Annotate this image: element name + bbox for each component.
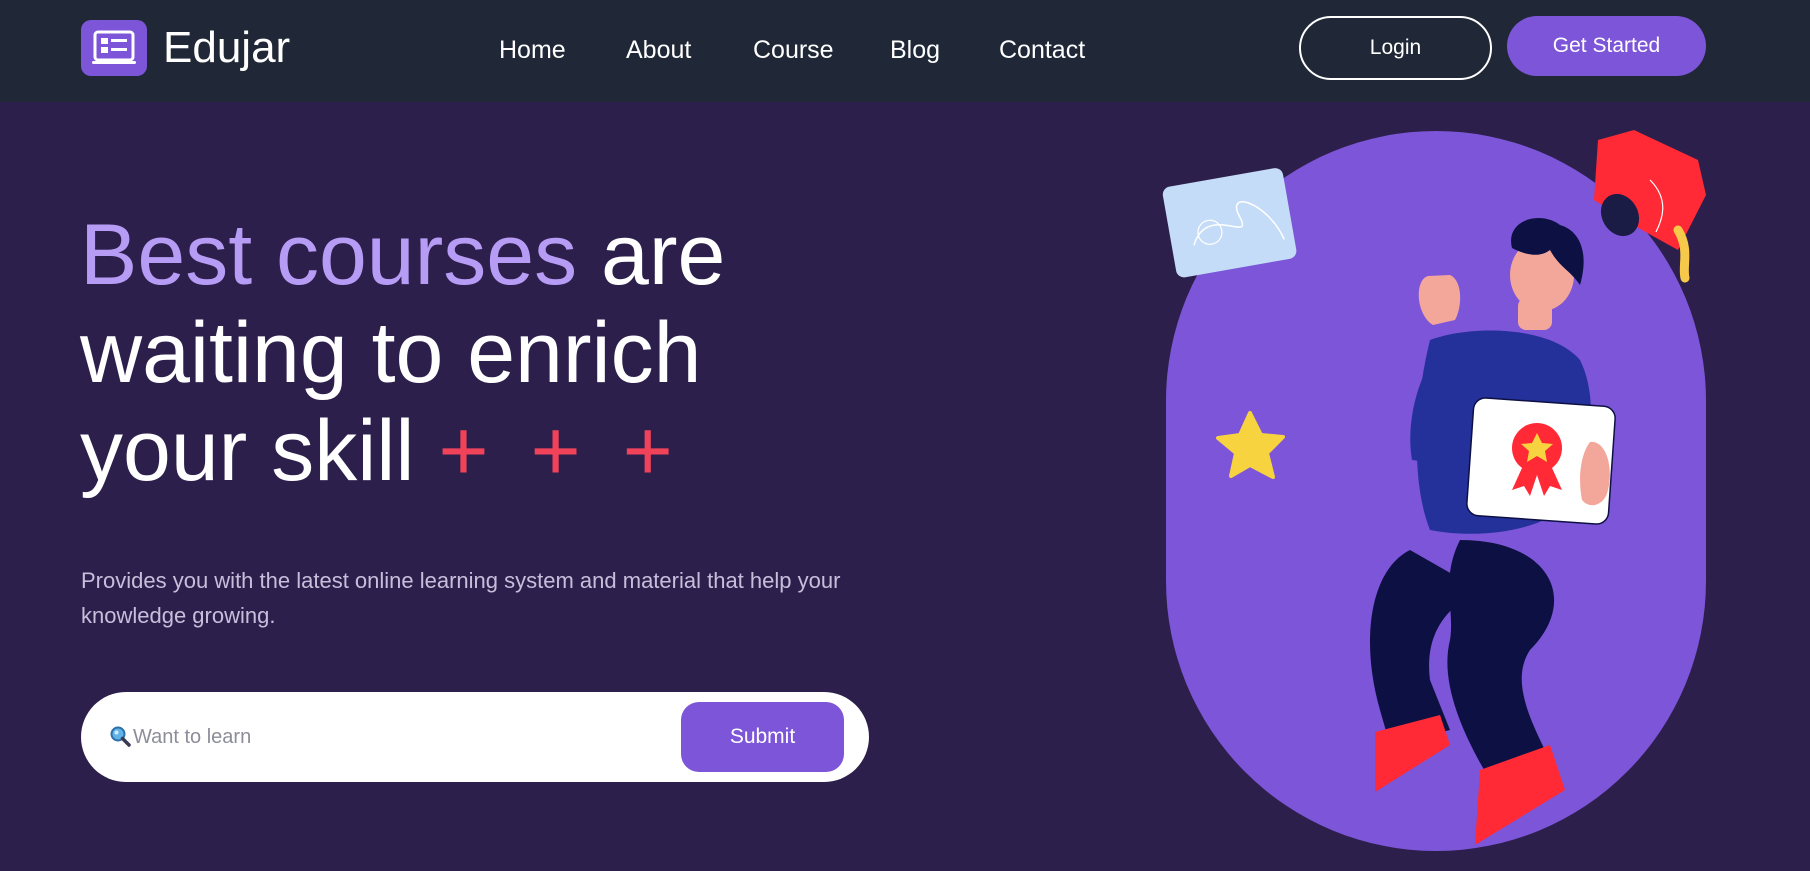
brand-logo[interactable]: Edujar: [81, 20, 290, 76]
hero-heading-accent: Best courses: [80, 207, 578, 303]
search-bar: Submit: [81, 692, 869, 782]
search-input[interactable]: [133, 712, 733, 762]
nav-item-course[interactable]: Course: [753, 31, 890, 69]
brand-name: Edujar: [163, 23, 291, 72]
nav-item-blog[interactable]: Blog: [890, 31, 999, 69]
main-nav: Home About Course Blog Contact: [499, 31, 1099, 69]
hero-heading-part-1: are: [577, 207, 726, 303]
laptop-list-icon: [81, 20, 147, 76]
nav-item-about[interactable]: About: [626, 31, 753, 69]
hero-description: Provides you with the latest online lear…: [81, 568, 841, 628]
plus-decoration: + + +: [438, 403, 673, 499]
nav-item-home[interactable]: Home: [499, 31, 626, 69]
hero-heading-line-2: waiting to enrich: [80, 305, 702, 401]
hero-heading-line-3: your skill: [80, 403, 415, 499]
get-started-button[interactable]: Get Started: [1507, 16, 1706, 76]
nav-item-contact[interactable]: Contact: [999, 31, 1099, 69]
hero-heading: Best courses are waiting to enrich your sk…: [80, 206, 900, 500]
magnifier-icon: [109, 725, 131, 747]
submit-button[interactable]: Submit: [681, 702, 844, 772]
top-navbar: Edujar Home About Course Blog Contact Lo…: [0, 0, 1810, 102]
student-holding-certificate-illustration: [1150, 120, 1710, 871]
login-button[interactable]: Login: [1299, 16, 1492, 80]
